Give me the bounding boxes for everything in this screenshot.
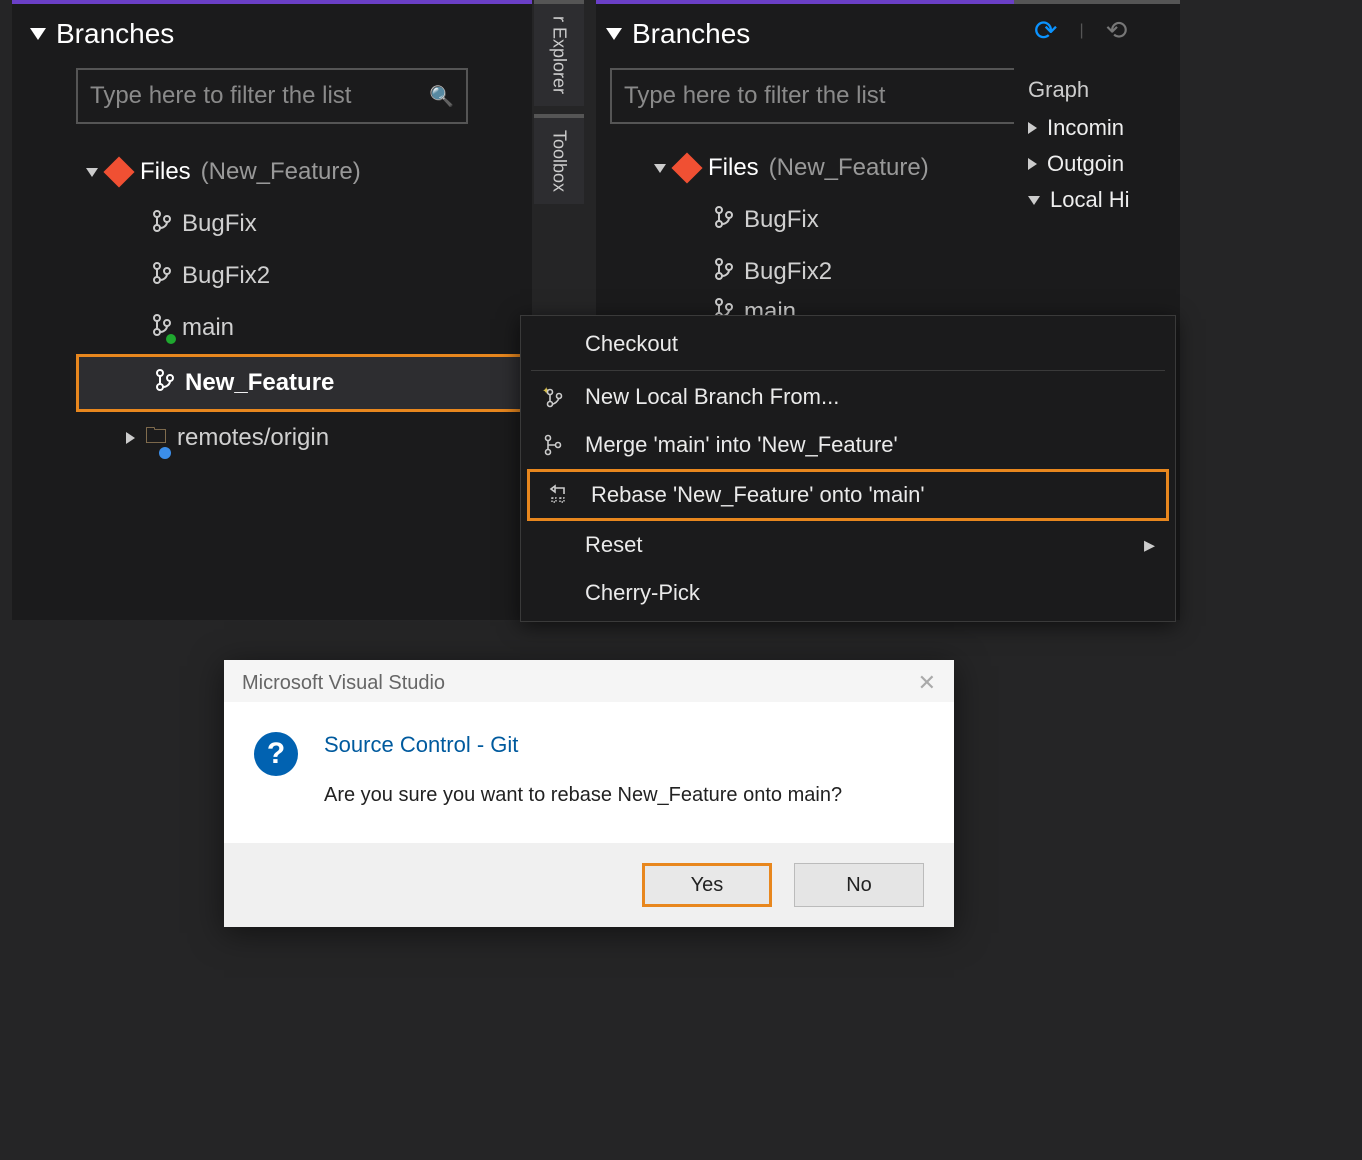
remote-folder-icon: 🗀 bbox=[145, 419, 167, 457]
branch-icon bbox=[152, 262, 172, 290]
branch-label: BugFix2 bbox=[744, 258, 832, 286]
tab-explorer[interactable]: r Explorer bbox=[534, 0, 584, 106]
no-button[interactable]: No bbox=[794, 863, 924, 907]
dialog-heading: Source Control - Git bbox=[324, 732, 842, 758]
side-tabs: r Explorer Toolbox bbox=[534, 0, 584, 320]
graph-section-incoming[interactable]: Incomin bbox=[1028, 115, 1180, 141]
svg-text:✦: ✦ bbox=[542, 386, 550, 397]
dialog-message: Are you sure you want to rebase New_Feat… bbox=[324, 784, 842, 807]
branch-icon bbox=[152, 210, 172, 238]
menu-reset[interactable]: Reset ▸ bbox=[521, 521, 1175, 569]
panel-title: Branches bbox=[632, 18, 750, 50]
chevron-right-icon bbox=[1028, 158, 1037, 170]
repo-label: Files bbox=[708, 154, 759, 182]
menu-label: Reset bbox=[585, 532, 642, 558]
menu-label: Rebase 'New_Feature' onto 'main' bbox=[591, 482, 925, 508]
branch-label: BugFix bbox=[182, 210, 257, 238]
remotes-label: remotes/origin bbox=[177, 424, 329, 452]
remotes-node[interactable]: 🗀 remotes/origin bbox=[12, 412, 532, 464]
dialog-titlebar: Microsoft Visual Studio ✕ bbox=[224, 660, 954, 702]
yes-button[interactable]: Yes bbox=[642, 863, 772, 907]
chevron-down-icon bbox=[86, 168, 98, 177]
graph-title: Graph bbox=[1028, 77, 1180, 103]
branch-tree: Files (New_Feature) BugFix BugFix2 main bbox=[12, 142, 532, 468]
branch-label: New_Feature bbox=[185, 369, 334, 397]
menu-label: Merge 'main' into 'New_Feature' bbox=[585, 432, 898, 458]
filter-input[interactable] bbox=[90, 82, 419, 110]
repo-current-branch: (New_Feature) bbox=[201, 158, 361, 186]
branch-icon bbox=[714, 258, 734, 286]
section-label: Outgoin bbox=[1047, 151, 1124, 177]
submenu-arrow-icon: ▸ bbox=[1144, 532, 1155, 558]
repo-node[interactable]: Files (New_Feature) bbox=[12, 146, 532, 198]
panel-header[interactable]: Branches bbox=[12, 4, 532, 58]
merge-icon bbox=[539, 434, 567, 456]
menu-label: Checkout bbox=[585, 331, 678, 357]
branch-item-bugfix2[interactable]: BugFix2 bbox=[12, 250, 532, 302]
refresh-icon[interactable]: ⟳ bbox=[1034, 14, 1057, 47]
collapse-icon bbox=[606, 28, 622, 40]
branches-panel-left: Branches 🔍 Files (New_Feature) BugFix Bu… bbox=[12, 0, 532, 620]
close-icon[interactable]: ✕ bbox=[918, 670, 936, 696]
section-label: Incomin bbox=[1047, 115, 1124, 141]
branch-label: BugFix bbox=[744, 206, 819, 234]
branch-label: BugFix2 bbox=[182, 262, 270, 290]
panel-title: Branches bbox=[56, 18, 174, 50]
graph-toolbar: ⟳ | ⟲ bbox=[1014, 4, 1180, 53]
current-branch-icon bbox=[152, 314, 172, 342]
sync-icon[interactable]: ⟲ bbox=[1106, 15, 1128, 46]
chevron-down-icon bbox=[654, 164, 666, 173]
menu-checkout[interactable]: Checkout bbox=[521, 320, 1175, 368]
branch-icon bbox=[714, 206, 734, 234]
menu-label: New Local Branch From... bbox=[585, 384, 839, 410]
branch-item-bugfix[interactable]: BugFix bbox=[12, 198, 532, 250]
filter-box[interactable]: 🔍 bbox=[76, 68, 468, 124]
question-icon: ? bbox=[254, 732, 298, 776]
repo-current-branch: (New_Feature) bbox=[769, 154, 929, 182]
chevron-right-icon bbox=[126, 432, 135, 444]
menu-new-branch[interactable]: ✦ New Local Branch From... bbox=[521, 373, 1175, 421]
collapse-icon bbox=[30, 28, 46, 40]
branch-item-main[interactable]: main bbox=[12, 302, 532, 354]
git-repo-icon bbox=[103, 156, 134, 187]
menu-merge[interactable]: Merge 'main' into 'New_Feature' bbox=[521, 421, 1175, 469]
dialog-footer: Yes No bbox=[224, 843, 954, 927]
rebase-icon bbox=[545, 484, 573, 506]
chevron-right-icon bbox=[1028, 122, 1037, 134]
tab-toolbox[interactable]: Toolbox bbox=[534, 114, 584, 204]
menu-separator bbox=[531, 370, 1165, 371]
search-icon[interactable]: 🔍 bbox=[429, 84, 454, 109]
menu-rebase[interactable]: Rebase 'New_Feature' onto 'main' bbox=[527, 469, 1169, 521]
branch-icon bbox=[155, 369, 175, 397]
graph-section-local-history[interactable]: Local Hi bbox=[1028, 187, 1180, 213]
chevron-down-icon bbox=[1028, 196, 1040, 205]
section-label: Local Hi bbox=[1050, 187, 1129, 213]
branch-item-new-feature[interactable]: New_Feature bbox=[76, 354, 532, 412]
graph-section-outgoing[interactable]: Outgoin bbox=[1028, 151, 1180, 177]
filter-input[interactable] bbox=[624, 82, 1073, 110]
branch-label: main bbox=[182, 314, 234, 342]
confirm-dialog: Microsoft Visual Studio ✕ ? Source Contr… bbox=[224, 660, 954, 927]
menu-label: Cherry-Pick bbox=[585, 580, 700, 606]
new-branch-icon: ✦ bbox=[539, 386, 567, 408]
menu-cherry-pick[interactable]: Cherry-Pick bbox=[521, 569, 1175, 617]
repo-label: Files bbox=[140, 158, 191, 186]
branch-context-menu: Checkout ✦ New Local Branch From... Merg… bbox=[520, 315, 1176, 622]
git-repo-icon bbox=[671, 152, 702, 183]
dialog-title: Microsoft Visual Studio bbox=[242, 672, 445, 695]
